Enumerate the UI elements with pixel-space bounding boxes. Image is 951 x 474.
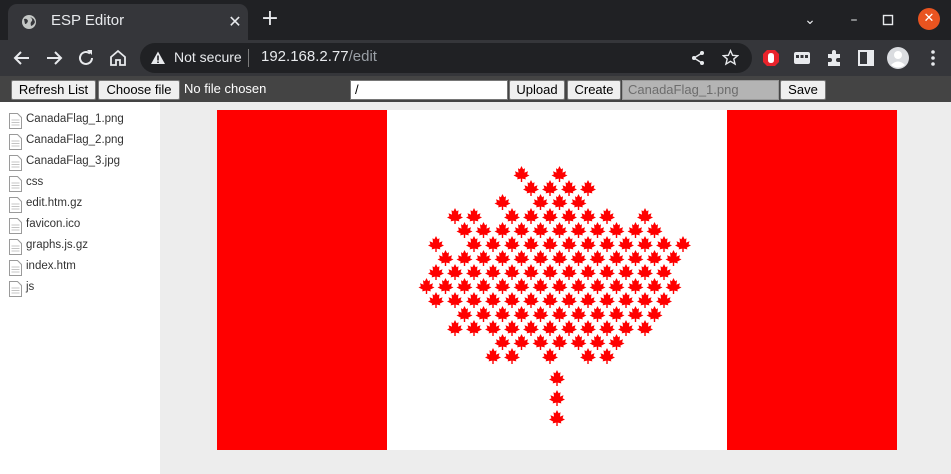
kebab-menu-icon[interactable] [921,46,945,70]
profile-avatar-icon[interactable] [886,46,910,70]
minimize-icon[interactable]: – [842,8,866,32]
file-icon [9,113,22,129]
dev-extension-icon[interactable] [790,46,814,70]
file-icon [9,155,22,171]
file-name: css [26,176,44,188]
browser-titlebar: ESP Editor ✕ + ⌄ – ✕ [0,0,951,40]
warning-icon[interactable] [150,50,166,66]
security-label: Not secure [174,49,242,65]
file-name: edit.htm.gz [26,197,83,209]
file-name: index.htm [26,260,76,272]
new-tab-icon[interactable]: + [258,8,282,32]
maximize-icon[interactable] [876,8,900,32]
file-icon [9,239,22,255]
globe-icon [22,15,36,29]
canada-flag-image [217,110,897,450]
flag-right-band [727,110,897,450]
file-name: graphs.js.gz [26,239,89,251]
bookmark-star-icon[interactable] [722,49,739,66]
url-text[interactable]: 192.168.2.77/edit [261,48,377,65]
url-path: /edit [348,48,377,65]
editor-controls: Refresh List Choose file No file chosen … [0,76,951,102]
file-name: favicon.ico [26,218,81,230]
choose-file-button[interactable]: Choose file [98,80,180,100]
home-icon[interactable] [106,46,130,70]
file-icon [9,197,22,213]
image-preview [160,102,951,474]
browser-toolbar: Not secure 192.168.2.77/edit [0,40,951,76]
browser-tab[interactable]: ESP Editor ✕ [8,4,248,40]
open-filename-field: CanadaFlag_1.png [622,80,779,100]
upload-path-input[interactable]: / [350,80,508,100]
omnibox-separator [248,49,249,67]
url-host: 192.168.2.77 [261,48,349,65]
side-panel-icon[interactable] [854,46,878,70]
file-icon [9,134,22,150]
refresh-list-button[interactable]: Refresh List [11,80,96,100]
reload-icon[interactable] [74,46,98,70]
file-name: CanadaFlag_2.png [26,134,124,146]
share-icon[interactable] [690,50,706,66]
file-list: CanadaFlag_1.png CanadaFlag_2.png Canada… [0,102,160,474]
upload-button[interactable]: Upload [509,80,565,100]
window-close-icon[interactable]: ✕ [918,8,940,30]
file-name: CanadaFlag_3.jpg [26,155,120,167]
file-icon [9,281,22,297]
extensions-puzzle-icon[interactable] [822,46,846,70]
tab-title: ESP Editor [51,12,125,29]
file-name: js [26,281,35,293]
address-bar[interactable]: Not secure 192.168.2.77/edit [140,43,752,73]
back-arrow-icon[interactable] [10,46,34,70]
save-button[interactable]: Save [780,80,826,100]
file-name: CanadaFlag_1.png [26,113,124,125]
file-icon [9,260,22,276]
file-icon [9,176,22,192]
adblock-extension-icon[interactable] [759,46,783,70]
no-file-chosen-label: No file chosen [184,81,267,96]
chevron-down-icon[interactable]: ⌄ [798,8,822,32]
flag-left-band [217,110,387,450]
forward-arrow-icon[interactable] [42,46,66,70]
close-tab-icon[interactable]: ✕ [226,13,244,31]
file-icon [9,218,22,234]
create-button[interactable]: Create [567,80,621,100]
